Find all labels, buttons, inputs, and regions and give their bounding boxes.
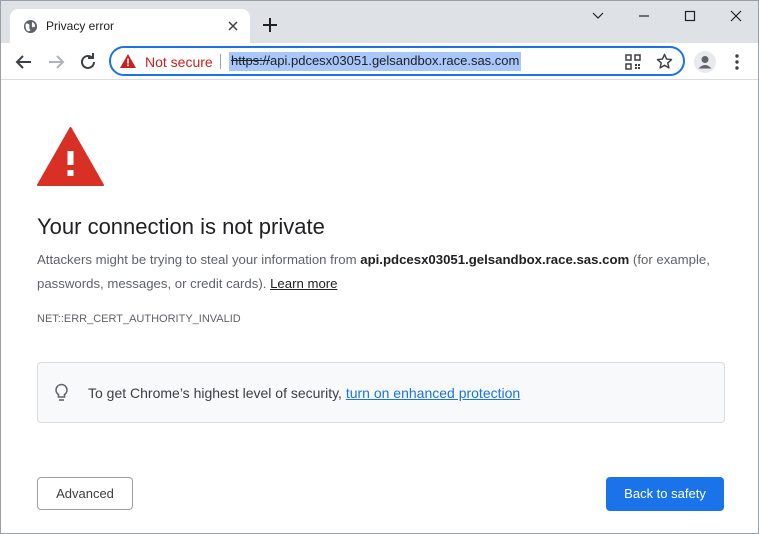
globe-icon [23, 19, 38, 34]
back-to-safety-button[interactable]: Back to safety [606, 477, 724, 511]
maximize-icon [684, 10, 696, 22]
bookmark-star-icon[interactable] [656, 53, 673, 70]
warning-description: Attackers might be trying to steal your … [37, 248, 727, 296]
omnibox-divider [220, 54, 221, 69]
reload-icon[interactable] [77, 51, 99, 73]
minimize-icon [639, 15, 649, 17]
toolbar: Not secure https://api.pdcesx03051.gelsa… [1, 43, 758, 80]
profile-avatar-icon[interactable] [694, 51, 716, 73]
address-bar[interactable]: Not secure https://api.pdcesx03051.gelsa… [109, 46, 685, 76]
url-text[interactable]: https://api.pdcesx03051.gelsandbox.race.… [229, 52, 522, 71]
close-window-button[interactable] [713, 1, 758, 31]
security-prompt: To get Chrome’s highest level of securit… [88, 385, 520, 401]
large-warning-triangle-icon [37, 127, 104, 186]
enhanced-protection-banner: To get Chrome’s highest level of securit… [37, 362, 725, 423]
description-host: api.pdcesx03051.gelsandbox.race.sas.com [360, 252, 630, 267]
back-arrow-icon[interactable] [13, 51, 35, 73]
browser-window: Privacy error Not secure https://api.pdc… [0, 0, 759, 534]
maximize-button[interactable] [667, 1, 713, 31]
learn-more-link[interactable]: Learn more [270, 276, 337, 291]
new-tab-plus-icon[interactable] [260, 15, 280, 35]
url-scheme: https:// [231, 53, 271, 68]
qr-code-icon[interactable] [625, 54, 641, 70]
minimize-window-button[interactable] [621, 1, 667, 31]
warning-triangle-icon[interactable] [120, 54, 136, 68]
lightbulb-icon [54, 383, 69, 403]
tab-strip: Privacy error [1, 1, 758, 43]
tab-close-icon[interactable] [224, 17, 242, 35]
forward-arrow-icon[interactable] [45, 51, 67, 73]
not-secure-label[interactable]: Not secure [145, 54, 213, 70]
page-title: Your connection is not private [37, 214, 325, 239]
tab-privacy-error[interactable]: Privacy error [10, 9, 250, 43]
advanced-button[interactable]: Advanced [37, 477, 133, 510]
page-content: Your connection is not private Attackers… [1, 81, 758, 533]
error-code: NET::ERR_CERT_AUTHORITY_INVALID [37, 313, 241, 325]
chevron-down-icon [592, 12, 604, 19]
security-prompt-text: To get Chrome’s highest level of securit… [88, 385, 346, 401]
enhanced-protection-link[interactable]: turn on enhanced protection [346, 385, 520, 401]
description-prefix: Attackers might be trying to steal your … [37, 252, 361, 267]
close-icon [730, 10, 742, 22]
more-options-icon[interactable] [728, 52, 746, 72]
minimize-button[interactable] [575, 1, 621, 31]
url-host: api.pdcesx03051.gelsandbox.race.sas.com [270, 53, 520, 68]
tab-title: Privacy error [46, 19, 115, 33]
